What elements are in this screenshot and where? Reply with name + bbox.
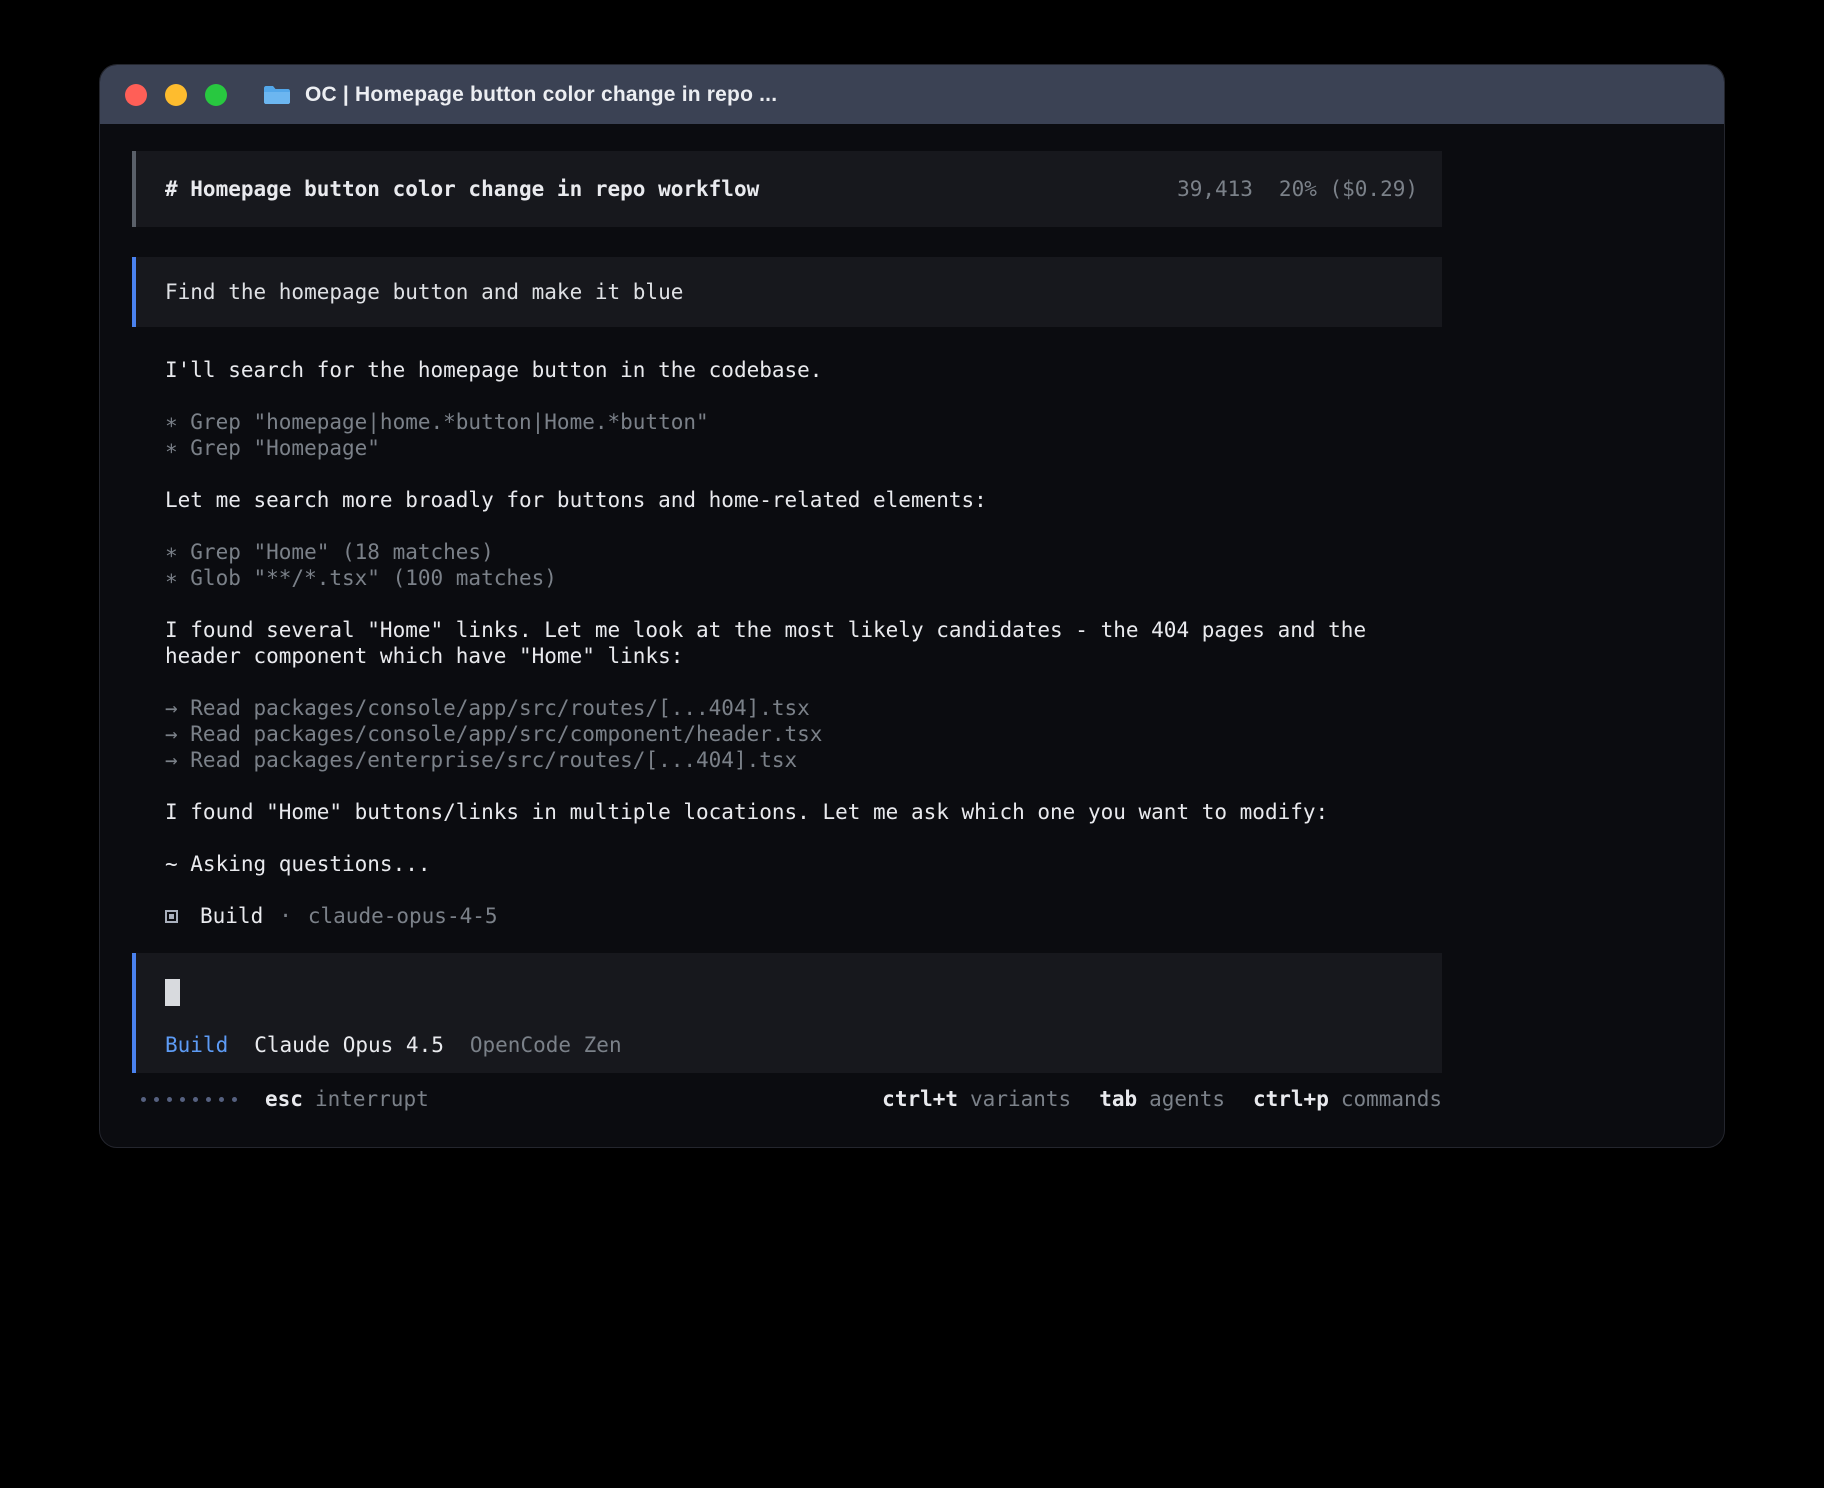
agent-model: claude-opus-4-5 — [308, 903, 498, 929]
esc-key: esc — [265, 1086, 303, 1112]
asking-questions-text: ~ Asking questions... — [165, 851, 1442, 877]
hint-label: variants — [970, 1086, 1071, 1112]
close-button[interactable] — [125, 84, 147, 106]
input-area[interactable]: Build Claude Opus 4.5 OpenCode Zen — [132, 953, 1442, 1073]
agent-icon — [165, 910, 178, 923]
tool-call-grep: ∗ Grep "homepage|home.*button|Home.*butt… — [165, 409, 1442, 435]
window-title: OC | Homepage button color change in rep… — [305, 83, 777, 107]
hint-key: ctrl+t — [882, 1086, 958, 1112]
hint-key: ctrl+p — [1253, 1086, 1329, 1112]
agent-separator: · — [279, 903, 292, 929]
tool-call-group: ∗ Grep "homepage|home.*button|Home.*butt… — [165, 409, 1442, 461]
commands-hint: ctrl+p commands — [1253, 1086, 1442, 1112]
assistant-status: ~ Asking questions... — [165, 851, 1442, 877]
tool-call-grep: ∗ Grep "Home" (18 matches) — [165, 539, 1442, 565]
assistant-paragraph: I found several "Home" links. Let me loo… — [165, 617, 1442, 669]
variants-hint: ctrl+t variants — [882, 1086, 1071, 1112]
assistant-paragraph: I'll search for the homepage button in t… — [165, 357, 1442, 383]
token-count: 39,413 — [1177, 176, 1253, 202]
user-message: Find the homepage button and make it blu… — [132, 257, 1442, 327]
assistant-text: I found several "Home" links. Let me loo… — [165, 617, 1442, 669]
status-left: esc interrupt — [141, 1086, 429, 1112]
assistant-text: I found "Home" buttons/links in multiple… — [165, 799, 1442, 825]
maximize-button[interactable] — [205, 84, 227, 106]
desktop: { "colors": { "accent_blue": "#4a82ef", … — [0, 0, 1824, 1488]
tool-call-group: ∗ Grep "Home" (18 matches) ∗ Glob "**/*.… — [165, 539, 1442, 591]
hint-label: commands — [1341, 1086, 1442, 1112]
titlebar: OC | Homepage button color change in rep… — [100, 65, 1724, 124]
status-bar: esc interrupt ctrl+t variants tab agents… — [132, 1086, 1442, 1112]
agent-status-line: Build · claude-opus-4-5 — [165, 903, 1442, 929]
provider-label: OpenCode Zen — [470, 1032, 622, 1058]
status-right: ctrl+t variants tab agents ctrl+p comman… — [882, 1086, 1442, 1112]
mode-label: Build — [165, 1032, 228, 1058]
folder-icon — [263, 84, 291, 106]
tool-call-read: → Read packages/console/app/src/routes/[… — [165, 695, 1442, 721]
user-message-text: Find the homepage button and make it blu… — [165, 279, 683, 305]
session-title: # Homepage button color change in repo w… — [165, 176, 759, 202]
agent-name: Build — [200, 903, 263, 929]
assistant-paragraph: Let me search more broadly for buttons a… — [165, 487, 1442, 513]
interrupt-label: interrupt — [315, 1086, 429, 1112]
text-cursor — [165, 979, 180, 1006]
tool-call-glob: ∗ Glob "**/*.tsx" (100 matches) — [165, 565, 1442, 591]
input-meta: Build Claude Opus 4.5 OpenCode Zen — [165, 1032, 622, 1058]
hint-label: agents — [1149, 1086, 1225, 1112]
terminal-content: # Homepage button color change in repo w… — [132, 151, 1442, 1112]
hint-key: tab — [1099, 1086, 1137, 1112]
session-header: # Homepage button color change in repo w… — [132, 151, 1442, 227]
assistant-text: Let me search more broadly for buttons a… — [165, 487, 1442, 513]
assistant-text: I'll search for the homepage button in t… — [165, 357, 1442, 383]
tool-call-group: → Read packages/console/app/src/routes/[… — [165, 695, 1442, 773]
session-stats: 39,413 20% ($0.29) — [1177, 176, 1418, 202]
tool-call-grep: ∗ Grep "Homepage" — [165, 435, 1442, 461]
tool-call-read: → Read packages/enterprise/src/routes/[.… — [165, 747, 1442, 773]
assistant-response: I'll search for the homepage button in t… — [132, 357, 1442, 929]
agents-hint: tab agents — [1099, 1086, 1225, 1112]
assistant-paragraph: I found "Home" buttons/links in multiple… — [165, 799, 1442, 825]
terminal-window: OC | Homepage button color change in rep… — [99, 64, 1725, 1148]
minimize-button[interactable] — [165, 84, 187, 106]
context-usage: 20% ($0.29) — [1279, 176, 1418, 202]
model-label: Claude Opus 4.5 — [254, 1032, 444, 1058]
spinner-icon — [141, 1097, 237, 1102]
interrupt-hint: esc interrupt — [265, 1086, 429, 1112]
tool-call-read: → Read packages/console/app/src/componen… — [165, 721, 1442, 747]
agent-icon-dot — [169, 914, 174, 919]
